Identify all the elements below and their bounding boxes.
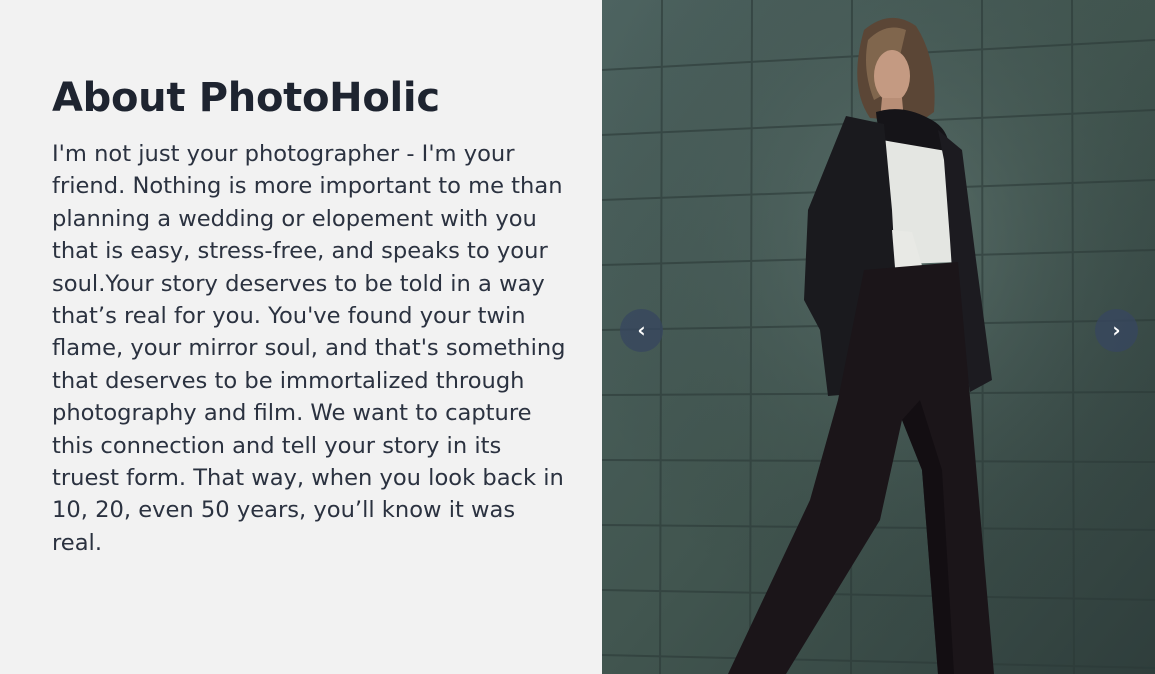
about-text-panel: About PhotoHolic I'm not just your photo… (0, 0, 602, 674)
about-body: I'm not just your photographer - I'm you… (52, 141, 566, 556)
about-section: About PhotoHolic I'm not just your photo… (0, 0, 1155, 674)
face (874, 50, 910, 102)
carousel-next-button[interactable]: › (1095, 309, 1138, 352)
chevron-left-icon: ‹ (637, 318, 646, 342)
about-title: About PhotoHolic (52, 75, 440, 121)
image-carousel: ‹ › (602, 0, 1155, 674)
carousel-prev-button[interactable]: ‹ (620, 309, 663, 352)
carousel-photo (602, 0, 1155, 674)
chevron-right-icon: › (1112, 318, 1121, 342)
